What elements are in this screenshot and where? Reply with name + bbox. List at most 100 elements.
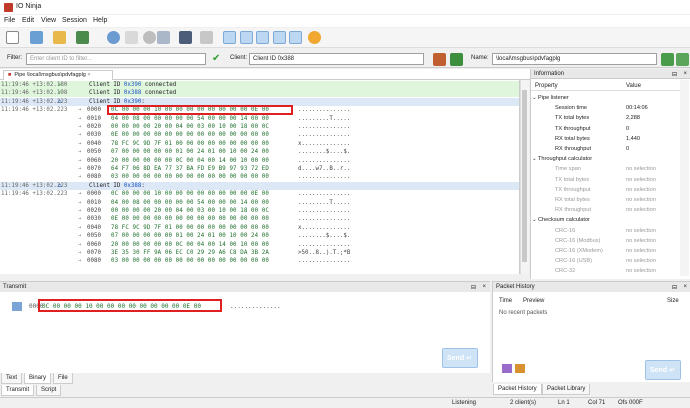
client-id: 0x390 [123,82,142,88]
info-key: RX total bytes [555,197,590,203]
info-group[interactable]: Checksum calculator ⌄ [531,215,681,225]
log-row: → 0030 0E 00 00 00 00 00 00 00 00 00 00 00… [0,131,519,139]
send-button-label: Send [447,355,465,362]
log-message-text: Client ID [89,182,124,189]
menu-help[interactable]: Help [93,17,107,24]
log-bookmark-icon[interactable] [240,31,253,44]
info-value: no selection [626,166,656,173]
tab-packet-library[interactable]: Packet Library [542,384,591,395]
info-row: RX total bytes no selection [531,195,681,205]
connect-icon: ⚡ [58,90,62,97]
tab-file[interactable]: File [53,373,73,384]
info-group[interactable]: Pipe listener ⌄ [531,93,681,103]
log-row: 11:19:46 +13:02.223 ⇆ Client ID 0x388: [0,181,519,190]
apply-filter-icon[interactable]: ✔ [212,53,220,65]
stop-listen-icon[interactable] [676,53,689,66]
information-title: Information ⊟ × [531,69,690,79]
pin-icon[interactable]: ⊟ [672,284,677,291]
log-hex: 07 00 00 00 00 00 01 00 24 01 00 10 00 2… [111,233,269,240]
expand-icon[interactable]: ⌄ [532,154,537,164]
new-session-icon[interactable] [6,31,19,44]
settings-icon[interactable] [143,31,156,44]
info-group[interactable]: Throughput calculator ⌄ [531,154,681,164]
info-value: no selection [626,268,656,275]
info-scrollbar[interactable] [680,80,689,276]
log-asc: ............... [298,241,351,248]
filter-input[interactable]: Enter client ID to filter... [26,53,206,65]
tab-binary[interactable]: Binary [24,373,52,384]
info-key: CRC-16 (Modbus) [555,237,601,244]
log-scrollbar-thumb[interactable] [522,90,527,262]
info-row: CRC-16 no selection [531,226,681,236]
pipe-name-input[interactable]: \local\msgbus\pdvfagplg [492,53,657,65]
tab-transmit[interactable]: Transmit [1,385,35,396]
log-icon[interactable] [200,31,213,44]
transmit-hex-editor[interactable]: 0C 00 00 00 10 00 00 00 00 00 00 00 00 0… [42,303,201,310]
expand-icon[interactable]: ⌄ [532,215,537,225]
log-export-icon[interactable] [256,31,269,44]
log-asc: ............... [298,258,351,265]
tab-script[interactable]: Script [36,385,62,396]
log-hex-icon[interactable] [273,31,286,44]
transmit-ascii-editor[interactable]: .............. [230,303,281,310]
arrow-icon: → [78,199,82,206]
save-icon[interactable] [76,31,89,44]
menu-edit[interactable]: Edit [22,17,34,24]
clear-history-icon[interactable] [515,364,525,373]
info-row: RX throughput 0 [531,144,681,154]
log-view[interactable]: 11:19:46 +13:02.180 ⚡ Client ID 0x390 conn… [0,80,520,274]
hex-mode-icon[interactable] [12,302,22,311]
log-hex: 04 00 08 00 00 00 00 00 54 00 00 00 14 0… [111,115,269,122]
menu-view[interactable]: View [41,17,56,24]
info-row: TX total bytes no selection [531,175,681,185]
close-icon[interactable]: × [683,284,687,290]
pin-icon[interactable]: ⊟ [471,284,476,291]
log-asc: ............... [298,216,351,223]
log-row: → 0030 0E 00 00 00 00 00 00 00 00 00 00 00… [0,215,519,223]
log-off: 0050 [87,149,101,156]
log-play-icon[interactable] [289,31,302,44]
info-value: no selection [626,248,656,254]
status-col: Col 71 [588,400,606,406]
log-hex: 0E 00 00 00 00 00 00 00 00 00 00 00 00 0… [111,216,269,223]
history-send-button[interactable]: Send ↵ [645,360,681,380]
clear-icon[interactable] [157,31,170,44]
close-icon[interactable]: × [683,71,687,77]
log-row: → 0010 04 00 08 00 00 00 00 00 54 00 00 00… [0,199,519,207]
info-row: Session time 00:14:06 [531,103,681,113]
send-button[interactable]: Send ↵ [442,348,478,368]
log-row: → 0060 20 00 00 00 00 00 0C 00 04 00 14 00… [0,241,519,249]
add-packet-icon[interactable] [502,364,512,373]
disconnect-all-icon[interactable] [450,53,463,66]
log-hex: 00 00 00 00 20 00 04 00 03 00 10 00 18 0… [111,208,269,214]
info-key: RX throughput [555,207,592,214]
menu-session[interactable]: Session [62,17,87,24]
menu-file[interactable]: File [4,17,15,24]
tab-packet-history[interactable]: Packet History [493,384,542,395]
log-hex: 78 FC 9C 9D 7F 01 00 00 00 00 00 00 00 0… [111,224,269,231]
log-hex: 03 00 00 00 00 00 00 00 00 00 00 00 00 0… [111,174,269,181]
open-folder-icon[interactable] [53,31,66,44]
arrow-icon: → [78,241,82,248]
disconnect-client-icon[interactable] [433,53,446,66]
close-icon[interactable]: × [482,284,486,290]
search-icon[interactable] [107,31,120,44]
log-row: → 0040 78 FC 9C 9D 7F 01 00 00 00 00 00 00… [0,140,519,148]
find-icon[interactable] [125,31,138,44]
log-hex: 64 F7 06 8D EA 77 37 BA FD E9 B9 97 93 7… [111,166,269,172]
log-message-text: Client ID [89,90,124,97]
tab-text[interactable]: Text [1,373,23,384]
log-message-text: Client ID [89,82,124,88]
expand-icon[interactable]: ⌄ [532,93,537,103]
close-tab-icon[interactable]: × [87,72,90,78]
terminal-icon[interactable] [179,31,192,44]
listen-icon[interactable] [661,53,674,66]
client-select[interactable]: Client ID 0x388 [249,53,424,65]
new-window-icon[interactable] [30,31,43,44]
session-tab[interactable]: ■ Pipe \local\msgbus\pdvfagplg × [3,70,113,80]
log-asc: x.............. [298,224,351,231]
information-header: Property Value [531,81,681,91]
gear-icon[interactable] [308,31,321,44]
log-filter-icon[interactable] [223,31,236,44]
pin-icon[interactable]: ⊟ [672,71,677,78]
